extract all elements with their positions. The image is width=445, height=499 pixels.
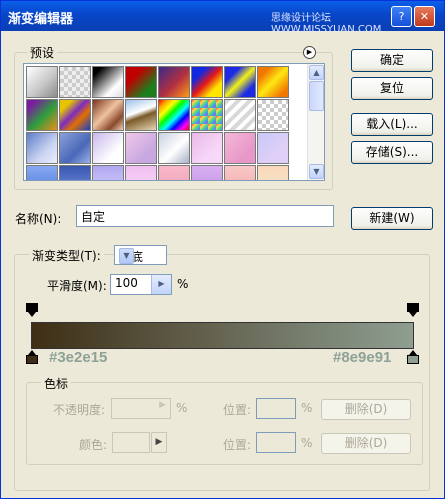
preset-swatch-rose-1[interactable] <box>224 165 256 180</box>
chevron-down-icon[interactable]: ▼ <box>119 248 134 264</box>
load-button[interactable]: 载入(L)... <box>351 113 433 136</box>
preset-swatch-blue-red-yellow[interactable] <box>191 66 223 98</box>
preset-swatch-orange-pale[interactable] <box>257 165 289 180</box>
smoothness-label: 平滑度(M): <box>47 279 107 293</box>
preset-swatch-yellow-violet-orange-blue[interactable] <box>59 99 91 131</box>
smoothness-unit: % <box>177 277 189 291</box>
presets-menu-icon[interactable]: ▶ <box>303 46 316 59</box>
preset-swatch-foreground-to-transparent[interactable] <box>59 66 91 98</box>
preset-swatch-foreground-to-background[interactable] <box>26 66 58 98</box>
color-location-percent: % <box>301 436 313 450</box>
preset-swatch-blue-yellow-blue[interactable] <box>224 66 256 98</box>
preset-swatch-pink-3[interactable] <box>125 165 157 180</box>
opacity-stop-left[interactable] <box>26 303 38 317</box>
color-label: 颜色: <box>79 438 108 452</box>
new-button[interactable]: 新建(W) <box>351 207 433 230</box>
preset-swatch-orange-yellow-orange[interactable] <box>257 66 289 98</box>
preset-swatch-violet-orange[interactable] <box>158 66 190 98</box>
scroll-thumb[interactable] <box>309 81 324 111</box>
gradient-type-select[interactable]: 实底 ▼ <box>114 245 167 265</box>
preset-swatch-transparent-checker[interactable] <box>257 99 289 131</box>
preset-swatch-blue-light[interactable] <box>26 165 58 180</box>
end-color-label: #8e9e91 <box>333 349 392 366</box>
name-label: 名称(N): <box>15 212 62 226</box>
scroll-up-button[interactable]: ▲ <box>309 65 324 80</box>
presets-swatch-list[interactable]: ▲ ▼ <box>23 63 325 181</box>
stops-label: 色标 <box>41 375 72 392</box>
title-bar[interactable]: 渐变编辑器 思缘设计论坛 WWW.MISSYUAN.COM ? ✕ <box>1 1 444 35</box>
smoothness-arrow-icon[interactable]: ▶ <box>151 275 171 294</box>
gradient-type-label: 渐变类型(T): <box>29 247 104 264</box>
preset-swatch-blue-lavender-1[interactable] <box>26 132 58 164</box>
preset-swatch-black-white[interactable] <box>92 66 124 98</box>
preset-swatch-red-green[interactable] <box>125 66 157 98</box>
preset-swatch-chrome[interactable] <box>125 99 157 131</box>
preset-swatch-violet-1[interactable] <box>191 165 223 180</box>
help-button[interactable]: ? <box>391 6 412 27</box>
preset-swatch-copper[interactable] <box>92 99 124 131</box>
preset-swatch-pink-lavender[interactable] <box>125 132 157 164</box>
start-color-label: #3e2e15 <box>49 349 108 366</box>
preset-swatch-violet-green-orange[interactable] <box>26 99 58 131</box>
reset-button[interactable]: 复位 <box>351 77 433 100</box>
opacity-label: 不透明度: <box>53 403 106 417</box>
preset-swatch-lavender-1[interactable] <box>92 132 124 164</box>
close-button[interactable]: ✕ <box>414 6 435 27</box>
color-stop-right[interactable] <box>407 350 419 364</box>
preset-swatch-silver-1[interactable] <box>158 132 190 164</box>
preset-swatch-lavender-3[interactable] <box>92 165 124 180</box>
color-swatch-field[interactable] <box>112 432 150 453</box>
opacity-stop-right[interactable] <box>407 303 419 317</box>
presets-label: 预设 <box>27 44 58 61</box>
preset-swatch-pink-1[interactable] <box>191 132 223 164</box>
scroll-down-button[interactable]: ▼ <box>309 164 324 179</box>
presets-scrollbar[interactable]: ▲ ▼ <box>307 64 324 180</box>
gradient-preview-bar[interactable] <box>31 322 414 349</box>
swatch-grid <box>26 66 308 180</box>
preset-swatch-pink-4[interactable] <box>158 165 190 180</box>
name-field[interactable]: 自定 <box>76 205 334 227</box>
smoothness-value: 100 <box>115 276 138 290</box>
delete-opacity-stop-button[interactable]: 删除(D) <box>321 399 411 420</box>
preset-swatch-transparent-stripes[interactable] <box>224 99 256 131</box>
opacity-field[interactable]: ▶ <box>111 398 171 419</box>
delete-color-stop-button[interactable]: 删除(D) <box>321 433 411 454</box>
preset-swatch-transparent-rainbow[interactable] <box>191 99 223 131</box>
preset-swatch-lavender-2[interactable] <box>257 132 289 164</box>
save-button[interactable]: 存储(S)... <box>351 141 433 164</box>
color-arrow-icon[interactable]: ▶ <box>151 432 167 453</box>
opacity-arrow-icon[interactable]: ▶ <box>159 400 166 410</box>
preset-swatch-blue-dark[interactable] <box>59 165 91 180</box>
color-location-label: 位置: <box>223 438 252 452</box>
color-stop-left[interactable] <box>26 350 38 364</box>
window-title: 渐变编辑器 <box>8 12 74 27</box>
ok-button[interactable]: 确定 <box>351 49 433 72</box>
color-location-field[interactable] <box>256 432 296 453</box>
opacity-percent: % <box>176 401 188 415</box>
preset-swatch-blue-lavender-2[interactable] <box>59 132 91 164</box>
opacity-location-label: 位置: <box>223 403 252 417</box>
opacity-location-field[interactable] <box>256 398 296 419</box>
preset-swatch-pink-2[interactable] <box>224 132 256 164</box>
preset-swatch-spectrum[interactable] <box>158 99 190 131</box>
gradient-editor-window: 渐变编辑器 思缘设计论坛 WWW.MISSYUAN.COM ? ✕ 预设 ▶ ▲… <box>0 0 445 499</box>
opacity-location-percent: % <box>301 401 313 415</box>
